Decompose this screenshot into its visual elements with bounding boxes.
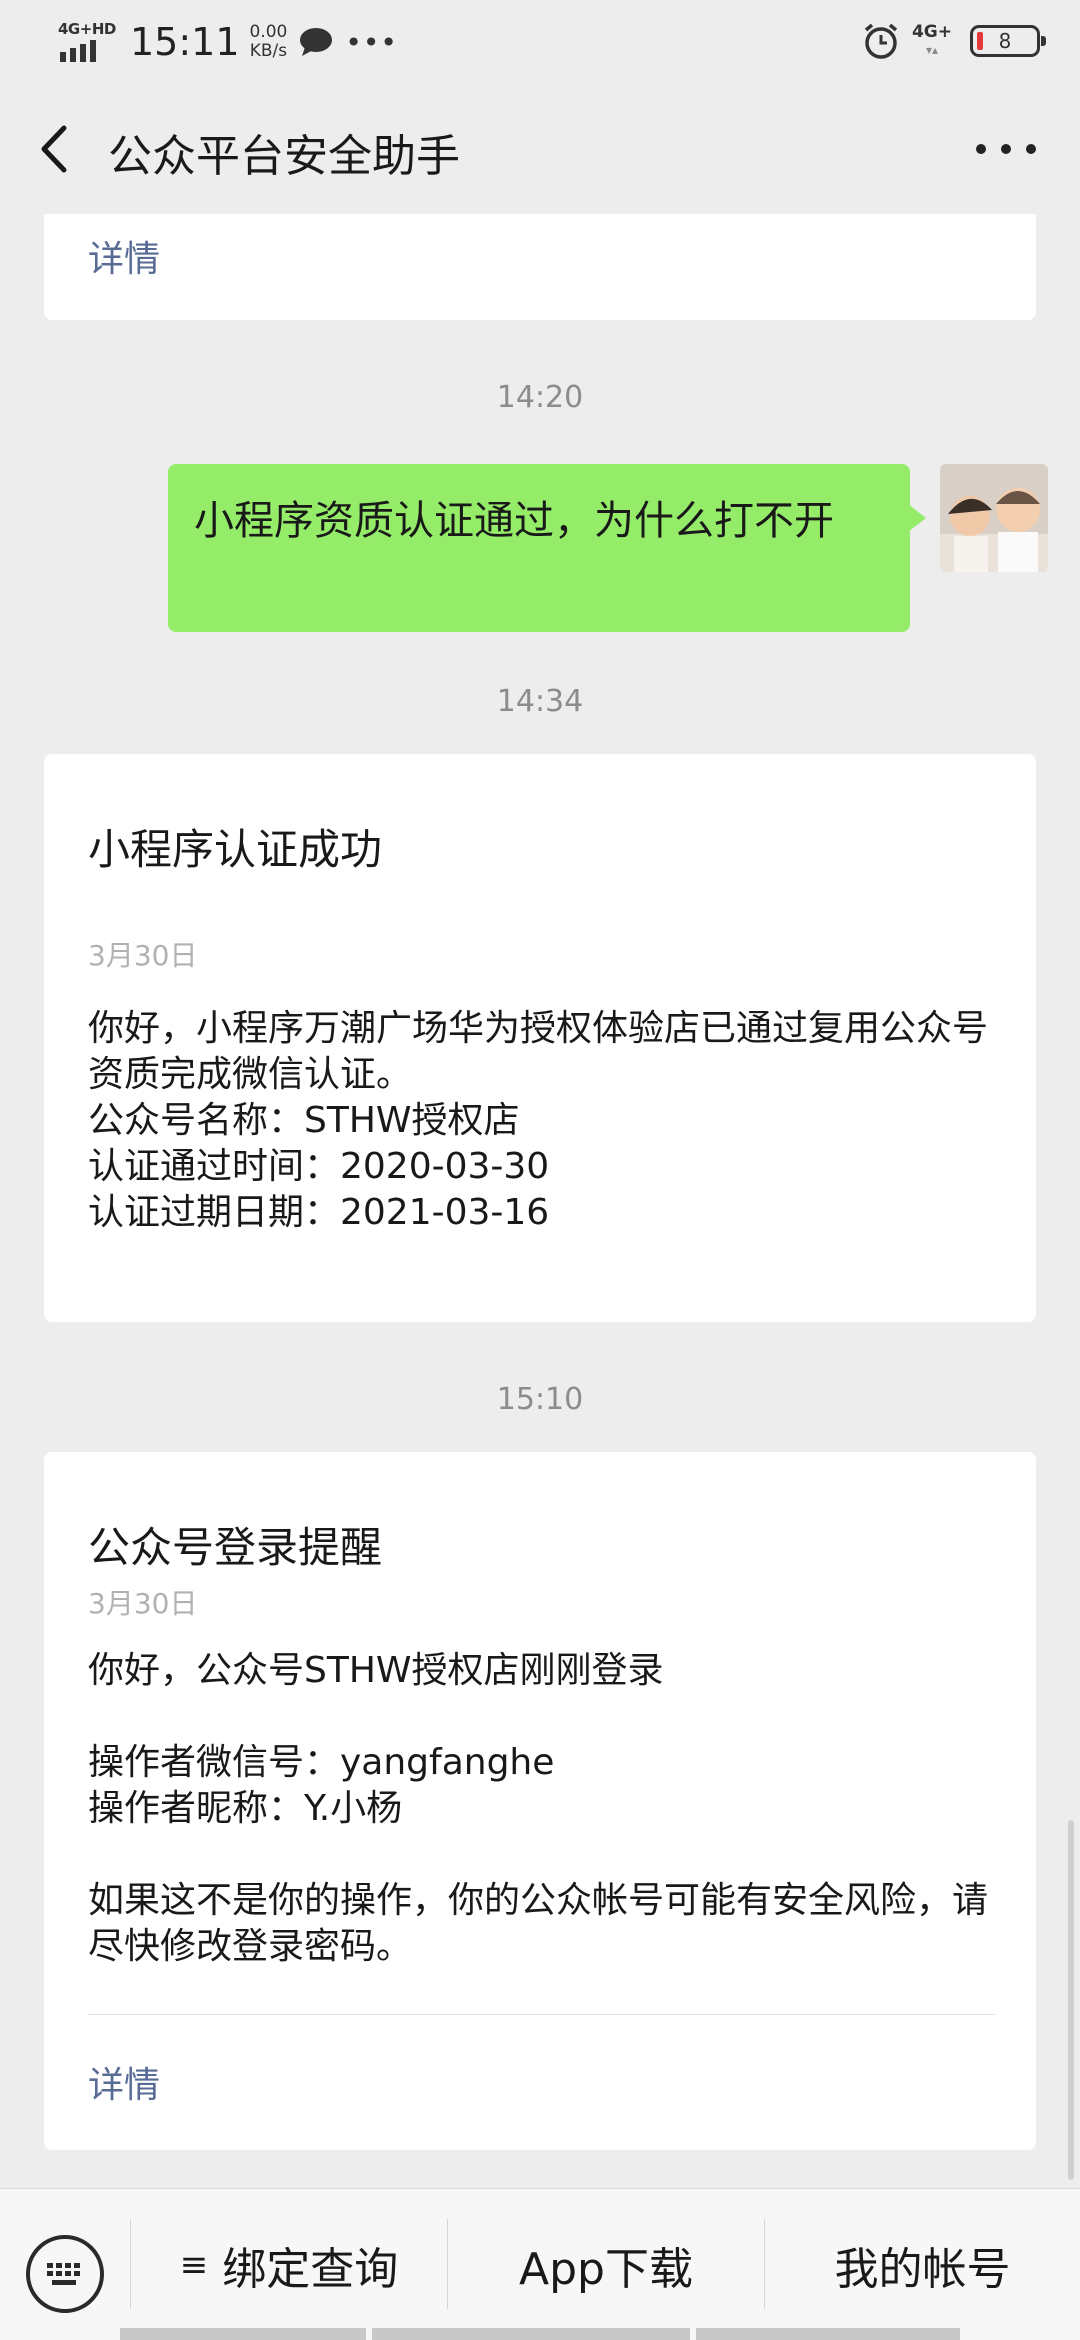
alarm-icon <box>862 22 900 60</box>
keyboard-icon[interactable] <box>26 2235 104 2313</box>
user-message-bubble[interactable]: 小程序资质认证通过，为什么打不开 <box>168 464 926 632</box>
more-horizontal-icon[interactable] <box>976 124 1036 174</box>
divider <box>372 2328 690 2340</box>
menu-bind-query-button[interactable]: ≡ 绑定查询 <box>131 2189 447 2340</box>
page-title: 公众平台安全助手 <box>108 131 460 182</box>
details-link[interactable]: 详情 <box>88 2056 160 2108</box>
more-dots-icon: ••• <box>345 25 398 59</box>
divider <box>696 2328 960 2340</box>
card-body-text: 公众号名称：STHW授权店 <box>88 1100 520 1141</box>
chevron-left-icon[interactable] <box>36 122 76 176</box>
card-date: 3月30日 <box>88 1587 198 1620</box>
scrollbar[interactable] <box>1068 1820 1074 2180</box>
card-body-text: 你好，小程序万潮广场华为授权体验店已通过复用公众号资质完成微信认证。 <box>88 1008 989 1095</box>
menu-my-account-button[interactable]: 我的帐号 <box>765 2189 1080 2340</box>
menu-app-download-button[interactable]: App下载 <box>448 2189 764 2340</box>
timestamp: 14:34 <box>496 684 584 719</box>
message-card-partial: 详情 <box>44 214 1036 320</box>
details-link[interactable]: 详情 <box>88 230 160 282</box>
chat-bubble-icon <box>299 27 333 57</box>
timestamp: 14:20 <box>496 380 584 415</box>
network-type: 4G+HD <box>58 20 116 38</box>
card-body-text: 认证过期日期：2021-03-16 <box>88 1192 550 1233</box>
card-body-text: 你好，公众号STHW授权店刚刚登录 <box>88 1650 664 1691</box>
menu-label: 我的帐号 <box>834 2244 1011 2295</box>
card-body-text: 认证通过时间：2020-03-30 <box>88 1146 550 1187</box>
avatar[interactable] <box>940 464 1048 572</box>
menu-list-icon: ≡ <box>179 2245 209 2285</box>
divider <box>120 2328 366 2340</box>
title-bar: 公众平台安全助手 <box>0 84 1080 214</box>
menu-label: App下载 <box>519 2244 693 2295</box>
message-card-login-alert[interactable]: 公众号登录提醒 3月30日 你好，公众号STHW授权店刚刚登录 操作者微信号：y… <box>44 1452 1036 2150</box>
signal-icon: 4G+HD <box>58 20 116 64</box>
battery-icon: 8 <box>970 25 1046 57</box>
status-bar: 4G+HD 15:11 0.00 KB/s ••• 4G+ ▾▴ 8 <box>0 0 1080 84</box>
network-type-right: 4G+ ▾▴ <box>911 22 952 57</box>
status-time: 15:11 <box>130 20 240 64</box>
card-title: 小程序认证成功 <box>88 825 383 874</box>
divider <box>88 2014 996 2015</box>
card-title: 公众号登录提醒 <box>88 1523 383 1572</box>
message-card-certification[interactable]: 小程序认证成功 3月30日 你好，小程序万潮广场华为授权体验店已通过复用公众号资… <box>44 754 1036 1322</box>
bottom-menu-bar: ≡ 绑定查询 App下载 我的帐号 <box>0 2188 1080 2340</box>
card-body-text: 如果这不是你的操作，你的公众帐号可能有安全风险，请尽快修改登录密码。 <box>88 1880 989 1967</box>
network-speed: 0.00 KB/s <box>249 22 288 61</box>
timestamp: 15:10 <box>496 1382 584 1417</box>
card-body-text: 操作者昵称：Y.小杨 <box>88 1788 403 1829</box>
menu-label: 绑定查询 <box>222 2244 399 2295</box>
card-body-text: 操作者微信号：yangfanghe <box>88 1742 555 1783</box>
card-date: 3月30日 <box>88 939 198 972</box>
